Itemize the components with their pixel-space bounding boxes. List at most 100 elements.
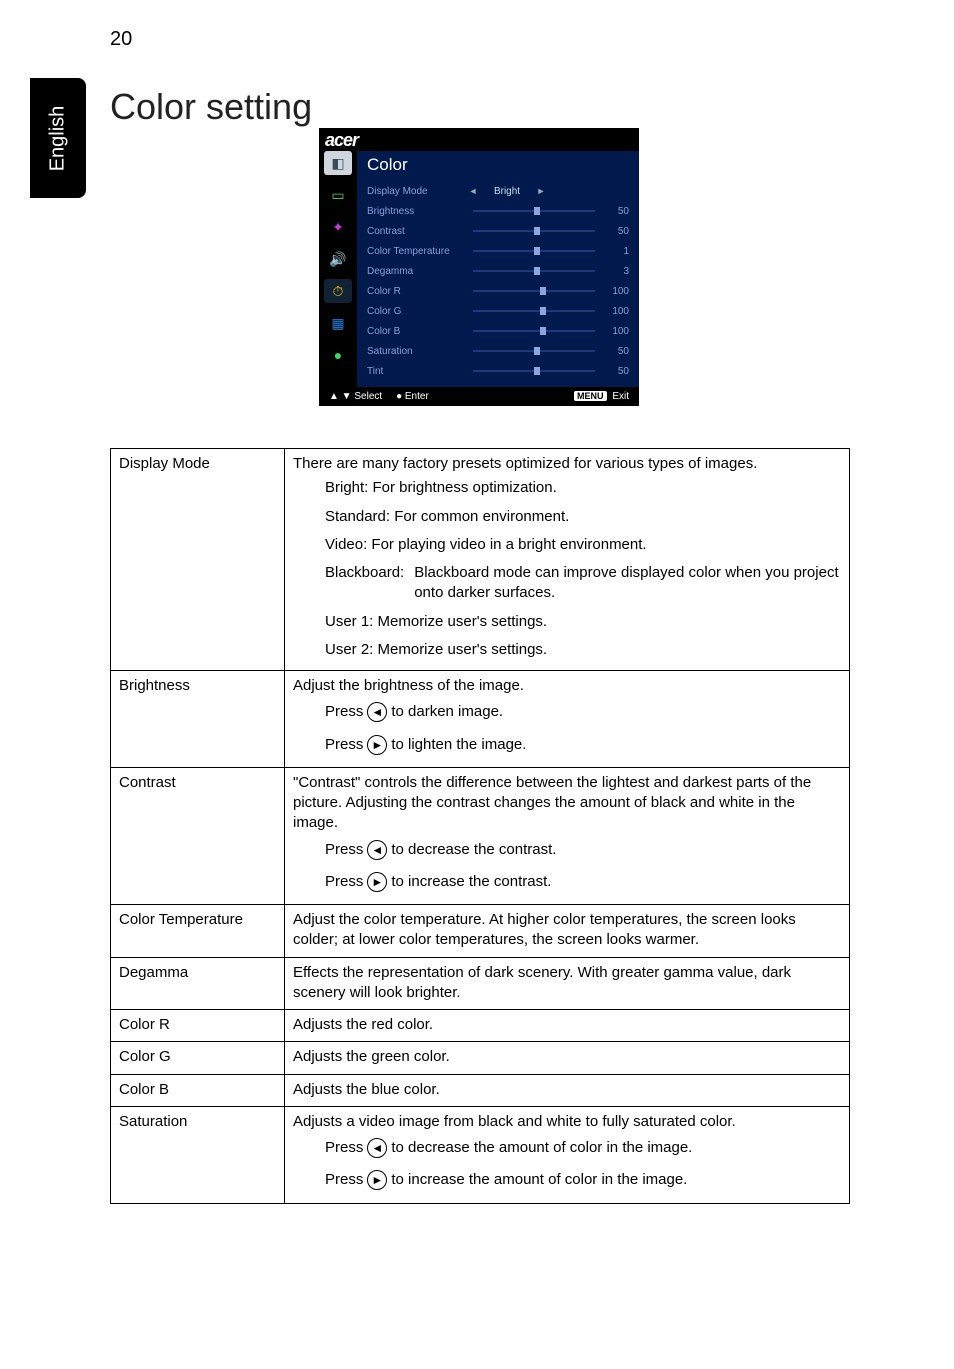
color-temp-key: Color Temperature <box>111 905 285 958</box>
language-tab: English <box>30 78 86 198</box>
osd-slider <box>473 350 595 352</box>
osd-slider <box>473 210 595 212</box>
osd-footer-updown-icon: ▲ ▼ <box>329 391 352 402</box>
page-number: 20 <box>110 28 132 51</box>
press-label: Press <box>325 735 363 755</box>
osd-slider <box>473 230 595 232</box>
osd-footer-enter-icon: ● <box>396 391 402 402</box>
osd-slider <box>473 290 595 292</box>
osd-row: Tint50 <box>357 361 639 381</box>
osd-row-number: 50 <box>601 366 629 377</box>
osd-logo: acer <box>319 128 639 151</box>
osd-row-number: 100 <box>601 306 629 317</box>
color-g-body: Adjusts the green color. <box>285 1042 850 1074</box>
osd-slider-knob <box>534 367 540 375</box>
display-mode-standard: Standard: For common environment. <box>293 503 841 531</box>
osd-icon-column: ◧ ▭ ✦ 🔊 ⏱ ▦ ● <box>319 151 357 387</box>
right-arrow-icon: ► <box>535 186 547 196</box>
brightness-intro: Adjust the brightness of the image. <box>293 677 524 694</box>
contrast-body: "Contrast" controls the difference betwe… <box>285 767 850 904</box>
osd-slider <box>473 330 595 332</box>
osd-slider <box>473 370 595 372</box>
osd-section-title: Color <box>357 151 639 181</box>
contrast-intro: "Contrast" controls the difference betwe… <box>293 774 811 832</box>
osd-footer-exit: Exit <box>612 391 629 402</box>
osd-slider-knob <box>540 287 546 295</box>
osd-row-number: 100 <box>601 326 629 337</box>
osd-row-number: 3 <box>601 266 629 277</box>
brightness-body: Adjust the brightness of the image. Pres… <box>285 671 850 768</box>
misc-tab-icon: ● <box>324 343 352 367</box>
osd-row-number: 1 <box>601 246 629 257</box>
image-tab-icon: ▭ <box>324 183 352 207</box>
osd-row: Color B 100 <box>357 321 639 341</box>
color-g-key: Color G <box>111 1042 285 1074</box>
display-mode-body: There are many factory presets optimized… <box>285 449 850 671</box>
osd-slider-knob <box>540 327 546 335</box>
osd-slider-knob <box>534 267 540 275</box>
color-b-key: Color B <box>111 1074 285 1106</box>
osd-row-value: Bright <box>479 186 535 197</box>
saturation-key: Saturation <box>111 1106 285 1203</box>
osd-slider <box>473 270 595 272</box>
osd-row: Color R100 <box>357 281 639 301</box>
osd-slider-knob <box>534 207 540 215</box>
display-mode-intro: There are many factory presets optimized… <box>293 455 757 472</box>
press-label: Press <box>325 840 363 860</box>
color-r-body: Adjusts the red color. <box>285 1010 850 1042</box>
osd-row: Contrast 50 <box>357 221 639 241</box>
osd-row-label: Brightness <box>367 206 467 217</box>
color-temp-body: Adjust the color temperature. At higher … <box>285 905 850 958</box>
osd-footer-select: Select <box>354 391 382 402</box>
contrast-decrease: to decrease the contrast. <box>391 840 556 860</box>
saturation-increase: to increase the amount of color in the i… <box>391 1170 687 1190</box>
press-label: Press <box>325 1138 363 1158</box>
osd-row-label: Color Temperature <box>367 246 467 257</box>
saturation-decrease: to decrease the amount of color in the i… <box>391 1138 692 1158</box>
display-mode-blackboard-body: Blackboard mode can improve displayed co… <box>404 563 841 604</box>
display-mode-bright: Bright: For brightness optimization. <box>293 474 841 502</box>
press-label: Press <box>325 702 363 722</box>
saturation-intro: Adjusts a video image from black and whi… <box>293 1113 736 1130</box>
osd-row: Degamma 3 <box>357 261 639 281</box>
osd-row-label: Contrast <box>367 226 467 237</box>
osd-slider-knob <box>534 227 540 235</box>
settings-table: Display Mode There are many factory pres… <box>110 448 850 1204</box>
contrast-increase: to increase the contrast. <box>391 872 551 892</box>
osd-menu: acer ◧ ▭ ✦ 🔊 ⏱ ▦ ● Color Display Mode◄Br… <box>319 128 639 406</box>
management-tab-icon: ✦ <box>324 215 352 239</box>
osd-row: Color Temperature 1 <box>357 241 639 261</box>
color-r-key: Color R <box>111 1010 285 1042</box>
osd-row: Saturation 50 <box>357 341 639 361</box>
osd-slider <box>473 250 595 252</box>
display-mode-user1: User 1: Memorize user's settings. <box>293 608 841 636</box>
osd-row-number: 50 <box>601 226 629 237</box>
left-arrow-icon: ◄ <box>367 1138 387 1158</box>
press-label: Press <box>325 872 363 892</box>
saturation-body: Adjusts a video image from black and whi… <box>285 1106 850 1203</box>
press-label: Press <box>325 1170 363 1190</box>
timer-tab-icon: ⏱ <box>324 279 352 303</box>
osd-slider-knob <box>540 307 546 315</box>
color-tab-icon: ◧ <box>324 151 352 175</box>
osd-row-label: Saturation <box>367 346 467 357</box>
right-arrow-icon: ► <box>367 735 387 755</box>
osd-row-number: 50 <box>601 346 629 357</box>
brightness-darken: to darken image. <box>391 702 503 722</box>
osd-footer-enter: Enter <box>405 391 429 402</box>
color-b-body: Adjusts the blue color. <box>285 1074 850 1106</box>
brightness-lighten: to lighten the image. <box>391 735 526 755</box>
osd-row-label: Display Mode <box>367 186 467 197</box>
language-tab-label: English <box>47 105 70 171</box>
left-arrow-icon: ◄ <box>367 840 387 860</box>
degamma-key: Degamma <box>111 957 285 1010</box>
osd-row-number: 50 <box>601 206 629 217</box>
osd-row-label: Color B <box>367 326 467 337</box>
page-title: Color setting <box>110 86 312 128</box>
display-mode-key: Display Mode <box>111 449 285 671</box>
display-mode-blackboard-label: Blackboard: <box>325 563 404 604</box>
osd-row-number: 100 <box>601 286 629 297</box>
display-mode-user2: User 2: Memorize user's settings. <box>293 636 841 664</box>
osd-row-label: Degamma <box>367 266 467 277</box>
osd-row-label: Color G <box>367 306 467 317</box>
